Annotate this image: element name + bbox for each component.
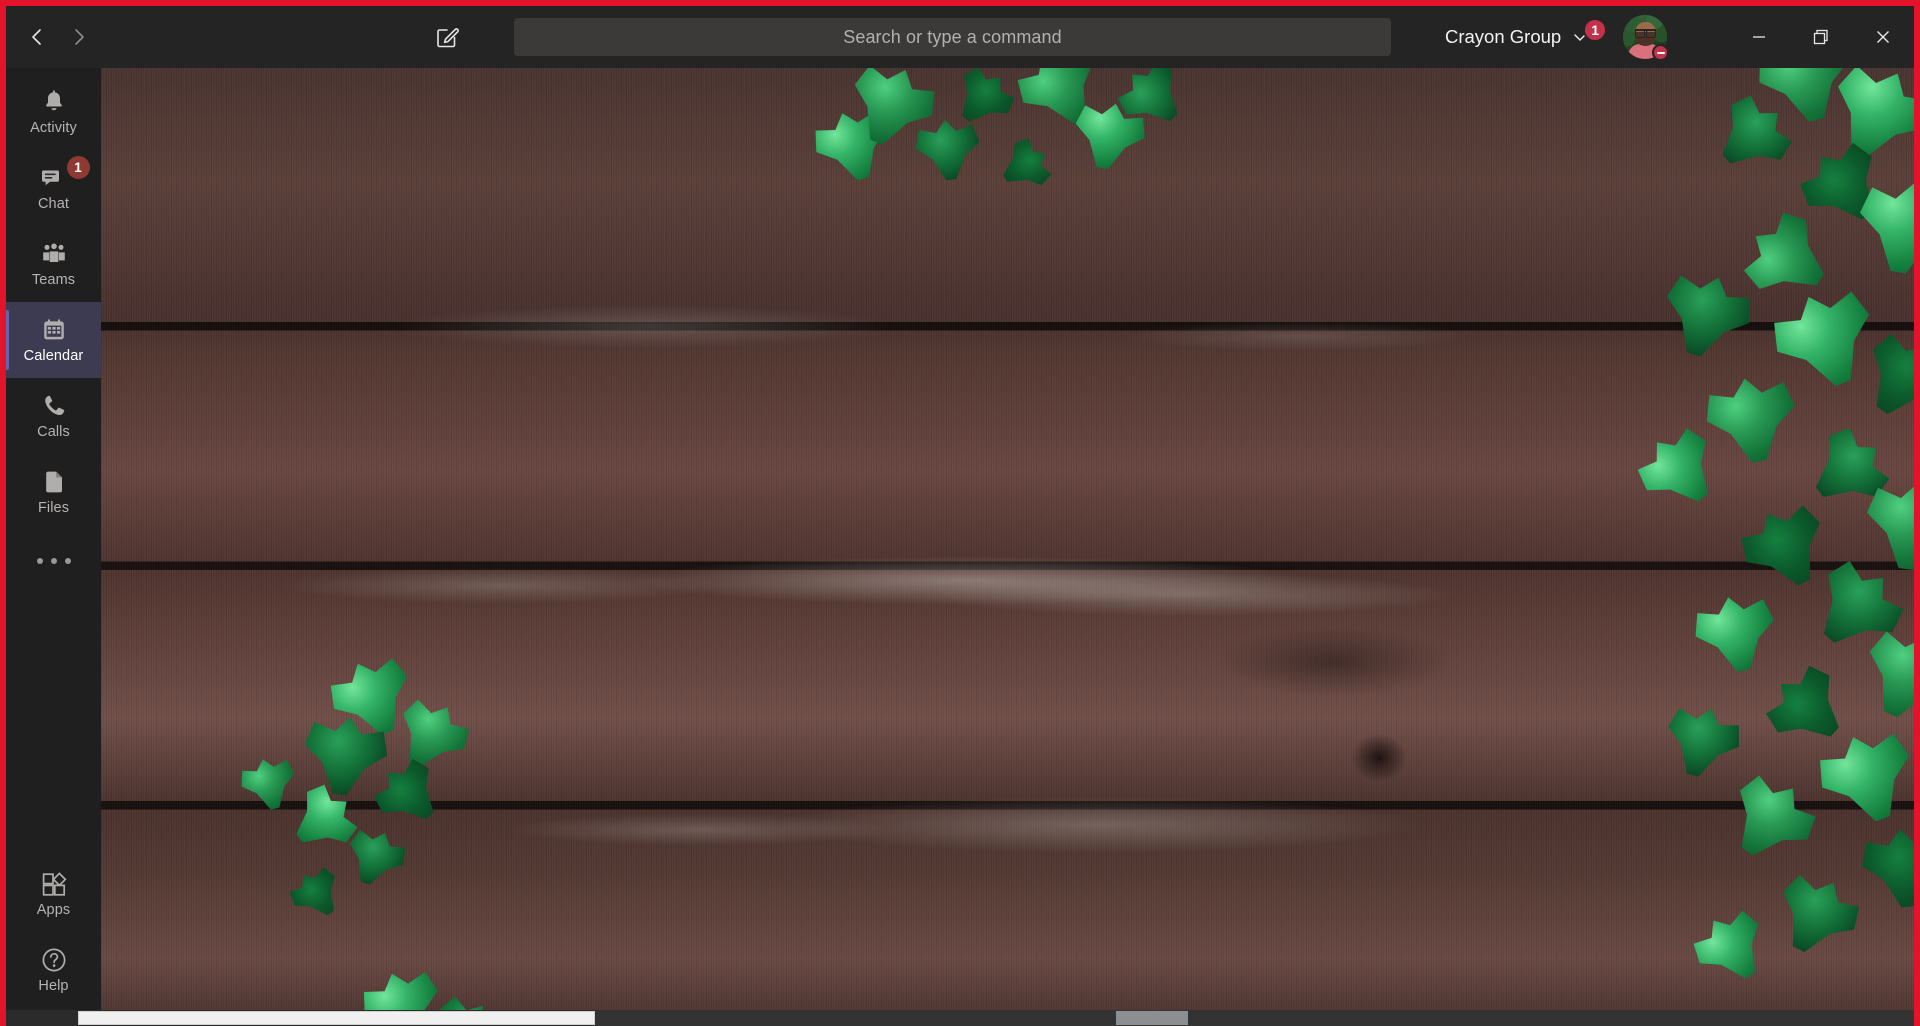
bell-icon [40,88,68,116]
search-placeholder: Search or type a command [843,26,1062,47]
minimize-button[interactable] [1728,9,1790,65]
app-rail: Activity 1 Chat Teams Calendar Calls Fil… [6,68,101,1026]
sidebar-item-apps[interactable]: Apps [6,856,101,932]
chevron-right-icon [75,29,84,45]
leaf-icon [1850,619,1914,732]
leaf-icon [280,776,367,863]
leaf-icon [992,132,1058,199]
sidebar-item-calls[interactable]: Calls [6,378,101,454]
avatar-glasses [1635,29,1657,38]
org-notification-badge: 1 [1583,18,1608,42]
teams-window: Search or type a command Crayon Group 1 [0,0,1920,1026]
sidebar-item-label: Chat [37,196,70,212]
leaf-icon [1701,371,1804,469]
sidebar-item-chat[interactable]: 1 Chat [6,150,101,226]
minimize-icon [1753,36,1765,38]
leaf-icon [1732,202,1843,315]
sidebar-item-label: Files [37,500,70,516]
leaf-icon [1627,418,1732,523]
leaf-icon [1702,86,1803,187]
leaf-icon [236,753,301,816]
new-chat-button[interactable] [425,15,469,59]
ivy-cluster-right [1524,68,1914,1026]
leaf-icon [1657,699,1747,786]
dnd-dash-icon [1656,51,1665,54]
leaf-icon [1810,721,1914,834]
leaf-icon [1848,322,1914,433]
leaf-icon [365,750,453,838]
restore-icon [1813,29,1828,45]
navigation-arrows [16,16,100,58]
sidebar-item-teams[interactable]: Teams [6,226,101,302]
apps-icon [40,870,68,898]
main-content-area [101,68,1914,1026]
more-apps-button[interactable] [6,530,101,592]
leaf-icon [1689,589,1783,679]
calendar-icon [40,316,68,344]
rail-bottom-group: Apps Help [6,856,101,1026]
search-input[interactable]: Search or type a command [514,18,1391,56]
restore-button[interactable] [1790,9,1852,65]
title-bar: Search or type a command Crayon Group 1 [6,6,1914,68]
scrollbar-thumb[interactable] [78,1011,595,1025]
org-name: Crayon Group [1445,26,1562,47]
horizontal-scrollbar[interactable] [6,1010,1914,1026]
leaf-icon [1684,901,1779,995]
scrollbar-left-pad [6,1010,78,1026]
leaf-icon [944,68,1023,137]
leaf-icon [1859,825,1914,911]
leaf-icon [283,860,351,927]
phone-icon [40,392,68,420]
leaf-icon [1652,264,1759,368]
profile-button[interactable] [1623,15,1670,61]
sidebar-item-label: Calls [37,424,70,440]
sidebar-item-calendar[interactable]: Calendar [6,302,101,378]
leaf-icon [1731,494,1841,602]
sidebar-item-files[interactable]: Files [6,454,101,530]
close-icon [1877,31,1889,43]
chevron-left-icon [32,29,41,45]
sidebar-item-label: Teams [31,272,76,288]
scrollbar-track[interactable] [595,1010,1914,1026]
file-icon [40,468,68,496]
dot-icon [50,558,57,564]
compose-icon [437,28,459,48]
dot-icon [36,558,43,564]
org-switcher[interactable]: Crayon Group 1 [1439,16,1608,58]
sidebar-item-label: Calendar [23,348,84,364]
teams-icon [40,240,68,268]
window-controls [1728,6,1914,68]
leaf-icon [384,690,478,782]
close-button[interactable] [1852,9,1914,65]
sidebar-item-label: Apps [36,902,71,918]
sidebar-item-label: Help [38,978,69,994]
forward-button[interactable] [58,16,100,58]
leaf-icon [1756,655,1861,760]
leaf-icon [1713,764,1826,876]
leaf-icon [1763,864,1869,968]
rail-spacer [6,592,101,856]
scrollbar-thumb-secondary[interactable] [1116,1011,1188,1025]
back-button[interactable] [16,16,58,58]
sidebar-item-label: Activity [30,120,77,136]
sidebar-item-activity[interactable]: Activity [6,74,101,150]
dot-icon [64,558,71,564]
help-icon [40,946,68,974]
chat-icon: 1 [40,156,90,192]
chat-unread-badge: 1 [66,156,90,179]
leaf-icon [913,117,983,183]
sidebar-item-help[interactable]: Help [6,932,101,1008]
ivy-cluster-top [821,68,1151,258]
